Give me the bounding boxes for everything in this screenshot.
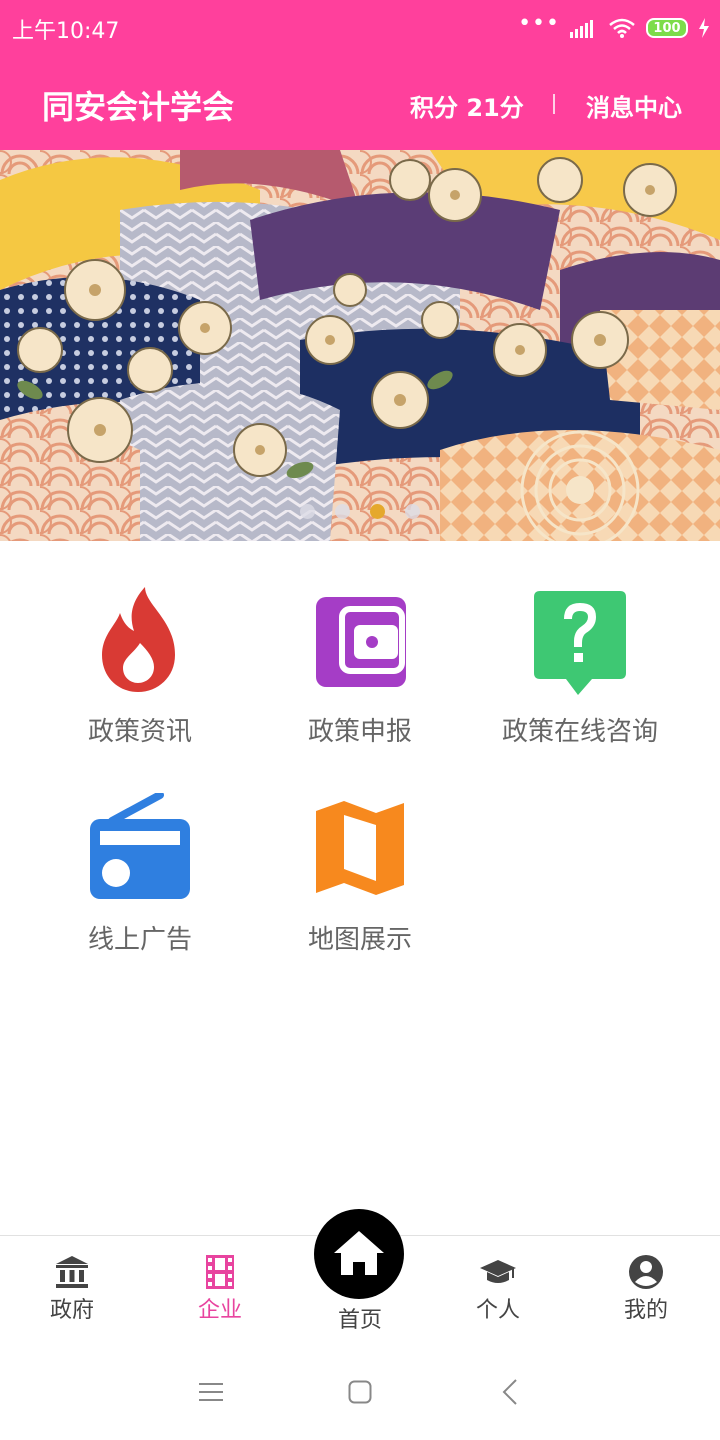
- tab-label: 企业: [197, 1298, 242, 1323]
- system-nav-bar: [0, 1346, 720, 1440]
- grid-item-label: 政策在线咨询: [501, 717, 658, 747]
- banner-dot[interactable]: [405, 504, 420, 519]
- graduation-cap-icon: [480, 1260, 516, 1283]
- map-icon: [316, 801, 404, 895]
- tab-government[interactable]: 政府: [12, 1254, 132, 1324]
- grid-item-policy-news[interactable]: 政策资讯: [30, 585, 250, 765]
- grid-item-label: 地图展示: [307, 925, 412, 955]
- wallet-icon: [316, 597, 406, 687]
- radio-icon: [90, 793, 190, 899]
- flame-icon: [102, 587, 175, 692]
- grid-item-policy-apply[interactable]: 政策申报: [250, 585, 470, 765]
- grid-item-map[interactable]: 地图展示: [250, 793, 470, 973]
- menu-icon[interactable]: [199, 1382, 223, 1402]
- banner-carousel[interactable]: [0, 150, 720, 541]
- charging-icon: [699, 18, 709, 38]
- banner-indicators: [0, 504, 720, 520]
- tab-home-label[interactable]: 首页: [320, 1302, 400, 1334]
- banner-dot-active[interactable]: [370, 504, 385, 519]
- grid-item-label: 政策申报: [307, 717, 412, 747]
- grid-item-label: 政策资讯: [87, 717, 192, 747]
- grid-item-label: 线上广告: [87, 925, 192, 955]
- battery-icon: 100: [646, 18, 688, 38]
- question-bubble-icon: [534, 591, 626, 695]
- home-icon: [334, 1231, 384, 1275]
- bank-icon: [56, 1256, 88, 1288]
- back-icon[interactable]: [502, 1379, 518, 1405]
- home-square-icon[interactable]: [348, 1380, 372, 1404]
- banner-dot[interactable]: [300, 504, 315, 519]
- banner-image: [0, 150, 720, 541]
- status-bar: 上午10:47 ••• 100: [0, 0, 720, 56]
- tab-enterprise[interactable]: 企业: [160, 1254, 280, 1324]
- page-title: 同安会计学会: [42, 88, 235, 126]
- tab-mine[interactable]: 我的: [586, 1254, 706, 1324]
- status-icons: ••• 100: [518, 11, 710, 42]
- battery-level: 100: [653, 20, 681, 36]
- tab-label: 我的: [623, 1298, 668, 1323]
- signal-icon: [570, 20, 593, 38]
- points-link[interactable]: 积分 21分: [410, 88, 524, 123]
- user-circle-icon: [629, 1255, 663, 1289]
- grid-item-online-ads[interactable]: 线上广告: [30, 793, 250, 973]
- banner-dot[interactable]: [335, 504, 350, 519]
- app-header: 同安会计学会 积分 21分 消息中心: [0, 56, 720, 150]
- wifi-icon: [609, 18, 635, 38]
- home-button[interactable]: [314, 1209, 404, 1299]
- message-center-link[interactable]: 消息中心: [586, 88, 682, 123]
- header-divider: [553, 94, 555, 114]
- tab-label: 政府: [49, 1298, 94, 1323]
- tab-label: 个人: [475, 1298, 520, 1323]
- tab-personal[interactable]: 个人: [438, 1254, 558, 1324]
- film-icon: [206, 1255, 234, 1289]
- more-dots-icon: •••: [518, 11, 560, 36]
- grid-item-policy-consult[interactable]: 政策在线咨询: [470, 585, 690, 765]
- status-time: 上午10:47: [12, 19, 120, 44]
